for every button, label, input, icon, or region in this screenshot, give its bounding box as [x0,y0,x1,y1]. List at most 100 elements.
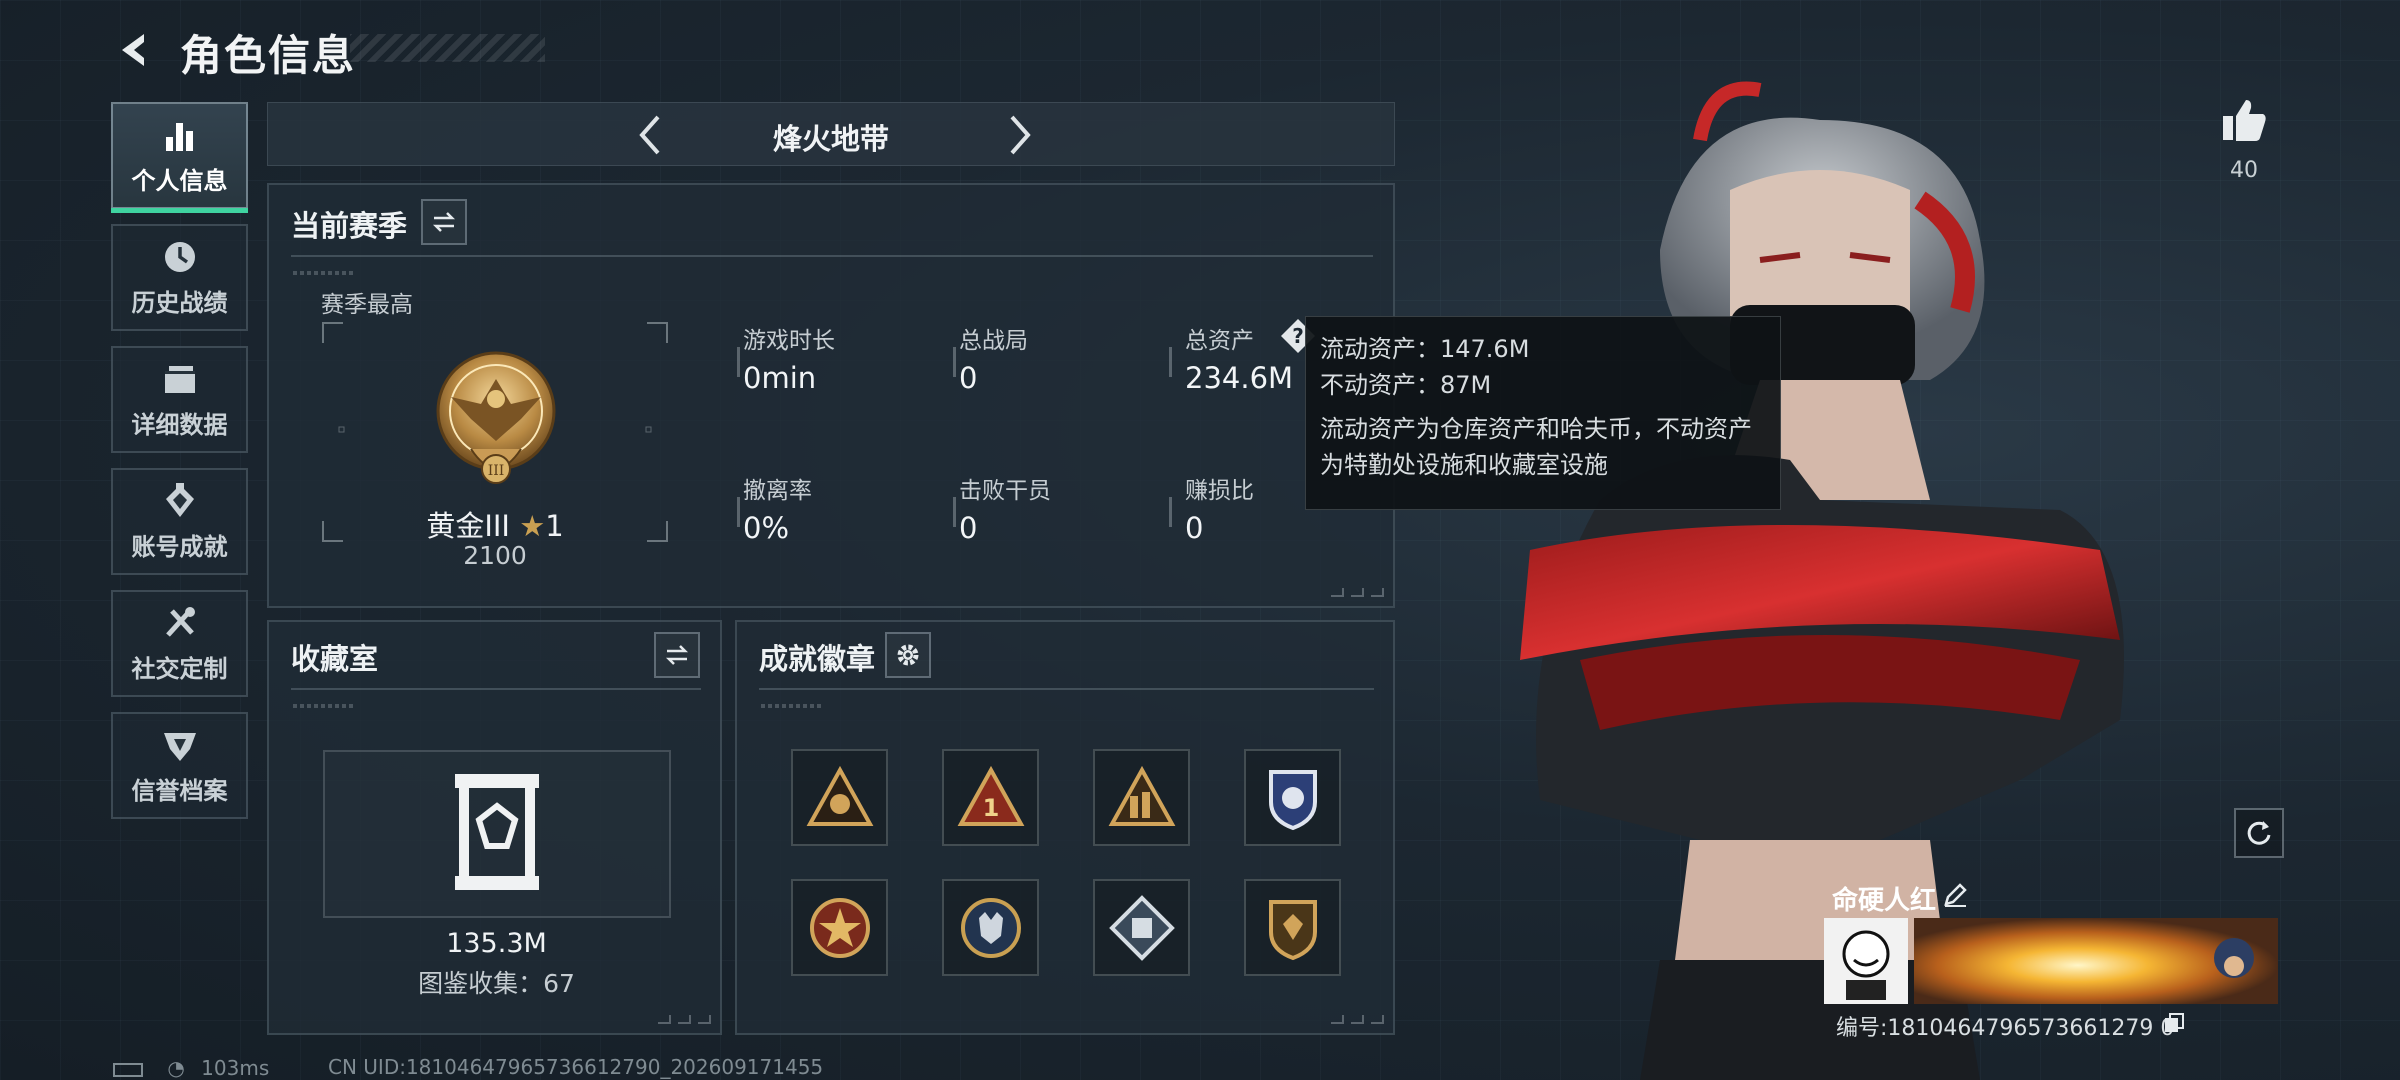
collection-catalog: 图鉴收集：67 [418,969,575,998]
rank-name: 黄金III ★1 [321,503,669,545]
divider [759,688,1374,690]
collection-panel: 收藏室 135.3M 图鉴收集：67 [267,620,722,1035]
tooltip-line: 为特勤处设施和收藏室设施 [1320,451,1608,479]
divider [737,497,740,527]
stat-label-assets: 总资产 [1185,328,1254,354]
name-card-banner[interactable] [1824,918,2278,1004]
star-icon: ★ [519,509,546,543]
gear-icon [897,644,919,666]
stat-value-assets: 234.6M [1185,361,1294,395]
decoration [761,704,821,708]
sidebar-item-detail-data[interactable]: 详细数据 [111,346,248,453]
sidebar-item-label: 社交定制 [131,655,228,683]
collection-value: 135.3M [446,928,547,959]
tools-icon [165,607,195,637]
sidebar-item-history[interactable]: 历史战绩 [111,224,248,331]
player-id: 编号:1810464796573661279 0 [1836,1016,2175,1041]
stat-value-matches: 0 [959,361,978,395]
decoration [293,271,353,275]
thumbs-up-icon[interactable] [2219,96,2269,146]
corner-decoration [1331,1015,1384,1024]
gold-rank-emblem-icon: III [436,351,556,484]
rank-score: 2100 [463,541,527,570]
page-title: 角色信息 [180,31,357,80]
sidebar-item-label: 账号成就 [131,533,228,561]
corner-decoration [1331,588,1384,597]
divider [291,255,1373,257]
badge-slot[interactable]: 1 [942,749,1039,846]
sidebar-item-personal-info[interactable]: 个人信息 [111,102,248,213]
badge-settings-button[interactable] [885,632,931,678]
stat-label-matches: 总战局 [959,328,1028,354]
decoration [293,704,353,708]
title-decoration [350,34,545,62]
stat-value-playtime: 0min [743,361,817,395]
divider [737,347,740,377]
triangle-emblem-icon [806,765,873,826]
wolf-medal-icon [960,897,1021,958]
badge-slot[interactable] [1244,749,1341,846]
tooltip-line: 流动资产：147.6M [1320,335,1530,363]
swap-icon [432,212,456,232]
badge-slot[interactable] [1093,879,1190,976]
season-panel: 当前赛季 赛季最高 III 黄金III ★1 2100 游戏时长 0min 总战… [267,183,1395,608]
swap-icon [665,645,689,665]
sidebar-item-label: 详细数据 [131,411,228,439]
wifi-icon: ◔ [167,1056,185,1080]
stat-value-extract-rate: 0% [743,511,790,545]
divider [1169,347,1172,377]
clock-icon [164,242,195,272]
sidebar-item-credit[interactable]: 信誉档案 [111,712,248,819]
folder-icon [164,366,195,393]
edit-pencil-icon[interactable] [1942,882,1968,908]
ping: 103ms [201,1056,270,1080]
sidebar-item-social[interactable]: 社交定制 [111,590,248,697]
divider [291,688,701,690]
divider [953,497,956,527]
sidebar-item-label: 历史战绩 [131,289,228,317]
player-name: 命硬人红 [1832,886,1937,916]
triangle-one-icon: 1 [957,765,1024,826]
chevron-right-icon[interactable] [994,111,1042,159]
battery-icon [113,1062,143,1077]
badge-slot[interactable] [1244,879,1341,976]
police-badge-icon [1268,769,1317,830]
uid-text: CN UID:18104647965736612790_202609171455 [328,1055,824,1079]
svg-text:?: ? [1292,324,1304,348]
badges-title: 成就徽章 [759,642,876,676]
rank-stars: 1 [545,509,564,543]
stat-label-kills: 击败干员 [959,478,1051,504]
badge-slot[interactable] [942,879,1039,976]
mode-title: 烽火地带 [772,122,889,156]
mode-selector: 烽火地带 [267,102,1395,166]
tooltip-line: 不动资产：87M [1320,371,1492,399]
rotate-button[interactable] [2234,808,2284,858]
collection-switch-button[interactable] [654,632,700,678]
collection-title: 收藏室 [291,642,379,676]
badge-slot[interactable] [1093,749,1190,846]
season-switch-button[interactable] [421,199,467,245]
stat-label-profit-ratio: 赚损比 [1185,478,1254,504]
stat-label-extract-rate: 撤离率 [743,478,812,504]
stat-value-kills: 0 [959,511,978,545]
divider [1169,497,1172,527]
status-bar: ◔ 103ms [113,1056,269,1080]
badge-slot[interactable] [791,879,888,976]
stat-label-playtime: 游戏时长 [743,328,835,354]
shield-icon [163,733,196,761]
badge-slot[interactable] [791,749,888,846]
copy-icon[interactable] [2163,1012,2185,1034]
back-arrow-icon[interactable] [112,28,156,72]
tooltip-line: 流动资产为仓库资产和哈夫币，不动资产 [1320,415,1752,443]
badges-panel: 成就徽章 1 [735,620,1395,1035]
season-best-label: 赛季最高 [321,292,413,318]
stat-value-profit-ratio: 0 [1185,511,1204,545]
sidebar-item-label: 信誉档案 [131,777,228,805]
shield-crest-icon [1268,899,1317,960]
achievement-icon [165,483,194,517]
svg-text:1: 1 [982,794,999,822]
sidebar-item-achievements[interactable]: 账号成就 [111,468,248,575]
rank-name-text: 黄金III [426,509,510,543]
divider [953,347,956,377]
diamond-fist-icon [1108,894,1175,961]
